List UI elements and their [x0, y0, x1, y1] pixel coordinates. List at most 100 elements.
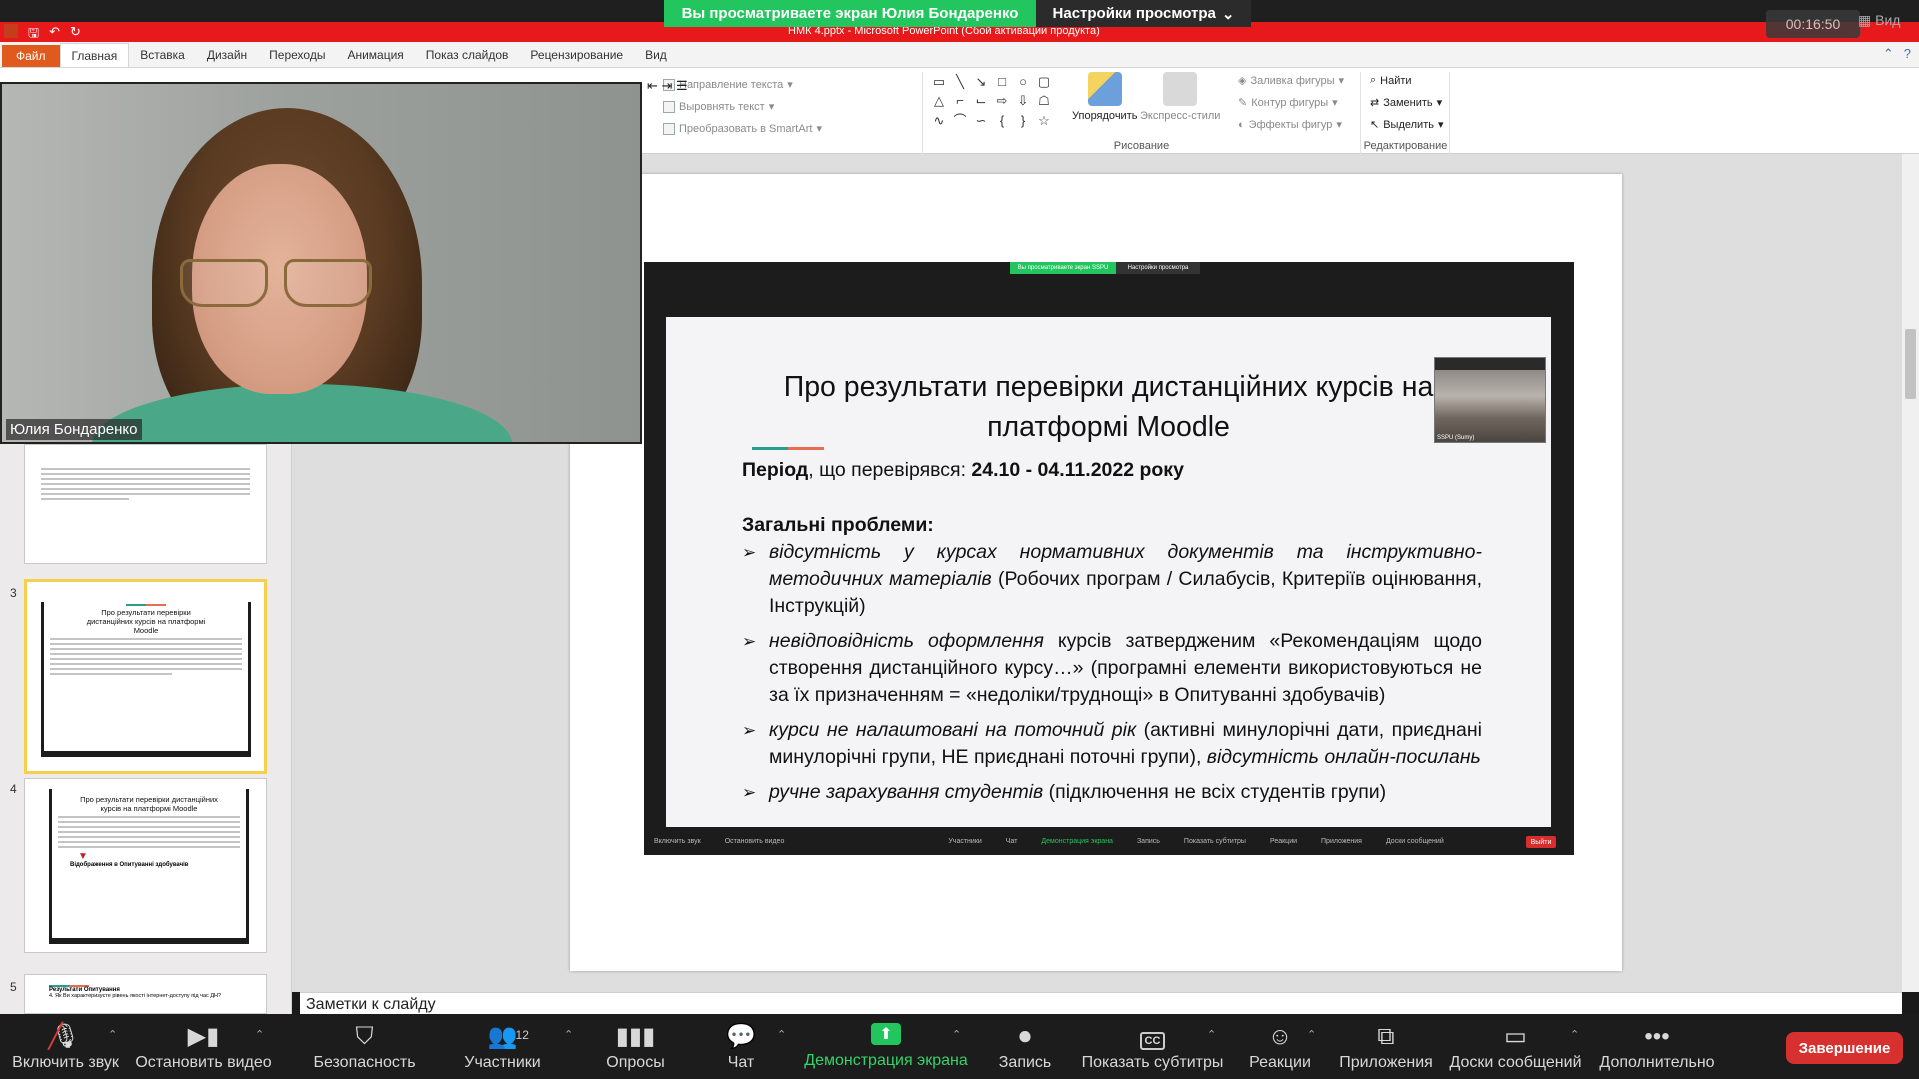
- tab-design[interactable]: Дизайн: [196, 43, 258, 67]
- align-text-label: Выровнять текст: [679, 100, 765, 113]
- help-icon[interactable]: ?: [1904, 46, 1911, 62]
- embedded-bar-item: Демонстрация экрана: [1041, 837, 1113, 845]
- participants-caret-icon[interactable]: ⌃: [564, 1028, 573, 1041]
- problems-heading: Загальні проблеми:: [742, 514, 934, 536]
- tab-insert[interactable]: Вставка: [129, 43, 196, 67]
- participants-icon: 👥 12: [488, 1021, 529, 1053]
- tab-review[interactable]: Рецензирование: [519, 43, 634, 67]
- view-settings-button[interactable]: Настройки просмотра ⌄: [1036, 0, 1251, 27]
- ribbon-tabs: Файл Главная Вставка Дизайн Переходы Ани…: [0, 42, 1919, 68]
- align-text-button[interactable]: Выровнять текст ▾: [663, 100, 774, 113]
- embedded-screenshot: Вы просматриваете экран SSPU Настройки п…: [644, 262, 1574, 855]
- security-label: Безопасность: [313, 1054, 416, 1071]
- tab-transitions[interactable]: Переходы: [258, 43, 336, 67]
- apps-label: Приложения: [1339, 1054, 1433, 1071]
- whiteboards-caret-icon[interactable]: ⌃: [1570, 1028, 1579, 1041]
- indent-icon: ⇤ ⇥ ☰: [647, 78, 688, 93]
- arrow-bullet-icon: ➢: [742, 543, 757, 562]
- reactions-label: Реакции: [1249, 1054, 1311, 1071]
- thumbnail-4-arrow-icon: ▼: [78, 851, 88, 862]
- embedded-bar-item: Участники: [948, 837, 982, 845]
- speaker-name: Юлия Бондаренко: [6, 419, 142, 440]
- embedded-bar-item: Реакции: [1269, 837, 1298, 845]
- bar-chart-icon: ▮▮▮: [615, 1023, 656, 1050]
- embedded-bar-item: Доски сообщений: [1385, 837, 1444, 845]
- embedded-bar-item: Показать субтитры: [1183, 837, 1246, 845]
- ppt-logo-icon: [4, 24, 18, 38]
- thumbnail-partial[interactable]: [24, 444, 267, 564]
- tab-animation[interactable]: Анимация: [336, 43, 414, 67]
- period-line: Період, що перевірявся: 24.10 - 04.11.20…: [742, 457, 1482, 484]
- tab-home[interactable]: Главная: [59, 43, 130, 67]
- view-button[interactable]: ▦ Вид: [1858, 12, 1900, 29]
- whiteboards-button[interactable]: ▭ Доски сообщений: [1448, 1014, 1583, 1079]
- more-button[interactable]: ••• Дополнительно: [1596, 1014, 1718, 1079]
- apps-icon: ⧉: [1377, 1023, 1395, 1050]
- embedded-camera-name: SSPU (Sumy): [1437, 435, 1475, 441]
- embedded-bar-item: Приложения: [1321, 837, 1362, 845]
- tab-file[interactable]: Файл: [2, 45, 60, 67]
- vertical-scrollbar[interactable]: [1902, 154, 1919, 992]
- embedded-share-banner: Вы просматриваете экран SSPU Настройки п…: [1010, 262, 1200, 274]
- zoom-toolbar: 🎙 ╱ Включить звук ⌃ ▶▮ Остановить видео ⌃…: [0, 1014, 1919, 1079]
- speaker-video[interactable]: Юлия Бондаренко: [0, 82, 642, 444]
- embedded-slide: Про результати перевірки дистанційних ку…: [666, 317, 1551, 827]
- unmute-button[interactable]: 🎙 ╱ Включить звук: [8, 1014, 123, 1079]
- slide-body: Період, що перевірявся: 24.10 - 04.11.20…: [742, 457, 1482, 814]
- record-icon: ⏺: [1019, 1023, 1031, 1050]
- thumbnail-slide-5[interactable]: Результати Опитування 4. Як Ви характери…: [24, 974, 267, 1014]
- apps-button[interactable]: ⧉ Приложения: [1336, 1014, 1436, 1079]
- chat-label: Чат: [727, 1054, 755, 1071]
- thumbnail-3-title: Про результати перевірки дистанційних ку…: [86, 608, 206, 635]
- bullet-3-italic2: відсутність онлайн-посилань: [1206, 746, 1481, 768]
- list-icons[interactable]: ⇤ ⇥ ☰: [647, 78, 688, 94]
- captions-caret-icon[interactable]: ⌃: [1207, 1028, 1216, 1041]
- record-button[interactable]: ⏺ Запись: [995, 1014, 1055, 1079]
- embedded-banner-dark: Настройки просмотра: [1116, 262, 1200, 274]
- share-caret-icon[interactable]: ⌃: [952, 1028, 961, 1041]
- thumbnail-slide-3[interactable]: Про результати перевірки дистанційних ку…: [24, 579, 267, 774]
- collapse-ribbon-icon[interactable]: ⌃: [1883, 46, 1894, 62]
- video-options-caret-icon[interactable]: ⌃: [255, 1028, 264, 1041]
- bullet-2: ➢ невідповідність оформлення курсів затв…: [742, 628, 1482, 709]
- unmute-label: Включить звук: [12, 1054, 119, 1071]
- tab-slideshow[interactable]: Показ слайдов: [415, 43, 520, 67]
- slide-notes[interactable]: Заметки к слайду: [300, 992, 1902, 1014]
- share-up-arrow-icon: ⬆: [871, 1023, 901, 1045]
- thumbnail-5-line: 4. Як Ви характеризуєте рівень якості ін…: [49, 993, 222, 999]
- polls-button[interactable]: ▮▮▮ Опросы: [598, 1014, 673, 1079]
- whiteboards-label: Доски сообщений: [1449, 1054, 1582, 1071]
- scrollbar-thumb[interactable]: [1905, 329, 1916, 399]
- participants-button[interactable]: 👥 12 Участники: [460, 1014, 545, 1079]
- slide-title-line1: Про результати перевірки дистанційних ку…: [783, 371, 1434, 403]
- smartart-button[interactable]: Преобразовать в SmartArt ▾: [663, 122, 822, 135]
- tab-view[interactable]: Вид: [634, 43, 678, 67]
- chat-button[interactable]: 💬 Чат: [716, 1014, 766, 1079]
- arrow-bullet-icon: ➢: [742, 721, 757, 740]
- thumbnail-slide-4[interactable]: Про результати перевірки дистанційних ку…: [24, 778, 267, 953]
- share-screen-button[interactable]: ⬆ Демонстрация экрана: [800, 1014, 972, 1079]
- stop-video-button[interactable]: ▶▮ Остановить видео: [135, 1014, 271, 1079]
- captions-button[interactable]: CC Показать субтитры: [1080, 1014, 1225, 1079]
- align-text-icon: [663, 100, 675, 113]
- view-settings-label: Настройки просмотра: [1052, 5, 1216, 22]
- classroom-image: [1435, 370, 1545, 442]
- embedded-zoom-toolbar: Включить звук Остановить видео Участники…: [644, 827, 1574, 855]
- reactions-caret-icon[interactable]: ⌃: [1307, 1028, 1316, 1041]
- bullet-4-italic: ручне зарахування студентів: [769, 781, 1044, 803]
- grid-icon: ▦: [1858, 12, 1872, 28]
- period-label: Період: [742, 459, 809, 481]
- thumbnail-4-screen: Про результати перевірки дистанційних ку…: [49, 789, 249, 944]
- bullet-4-rest: (підключення не всіх студентів групи): [1043, 781, 1387, 803]
- reactions-button[interactable]: ☺ Реакции: [1245, 1014, 1315, 1079]
- participants-label: Участники: [464, 1054, 541, 1071]
- audio-options-caret-icon[interactable]: ⌃: [108, 1028, 117, 1041]
- security-button[interactable]: ⛉ Безопасность: [312, 1014, 417, 1079]
- period-value: 24.10 - 04.11.2022 року: [971, 459, 1184, 481]
- embedded-exit-button: Выйти: [1526, 836, 1556, 848]
- chat-caret-icon[interactable]: ⌃: [777, 1028, 786, 1041]
- thumbnail-3-screen: Про результати перевірки дистанційних ку…: [41, 602, 251, 757]
- embedded-camera-header: [1435, 358, 1545, 370]
- end-meeting-button[interactable]: Завершение: [1786, 1032, 1903, 1064]
- share-banner-text: Вы просматриваете экран Юлия Бондаренко: [664, 0, 1036, 27]
